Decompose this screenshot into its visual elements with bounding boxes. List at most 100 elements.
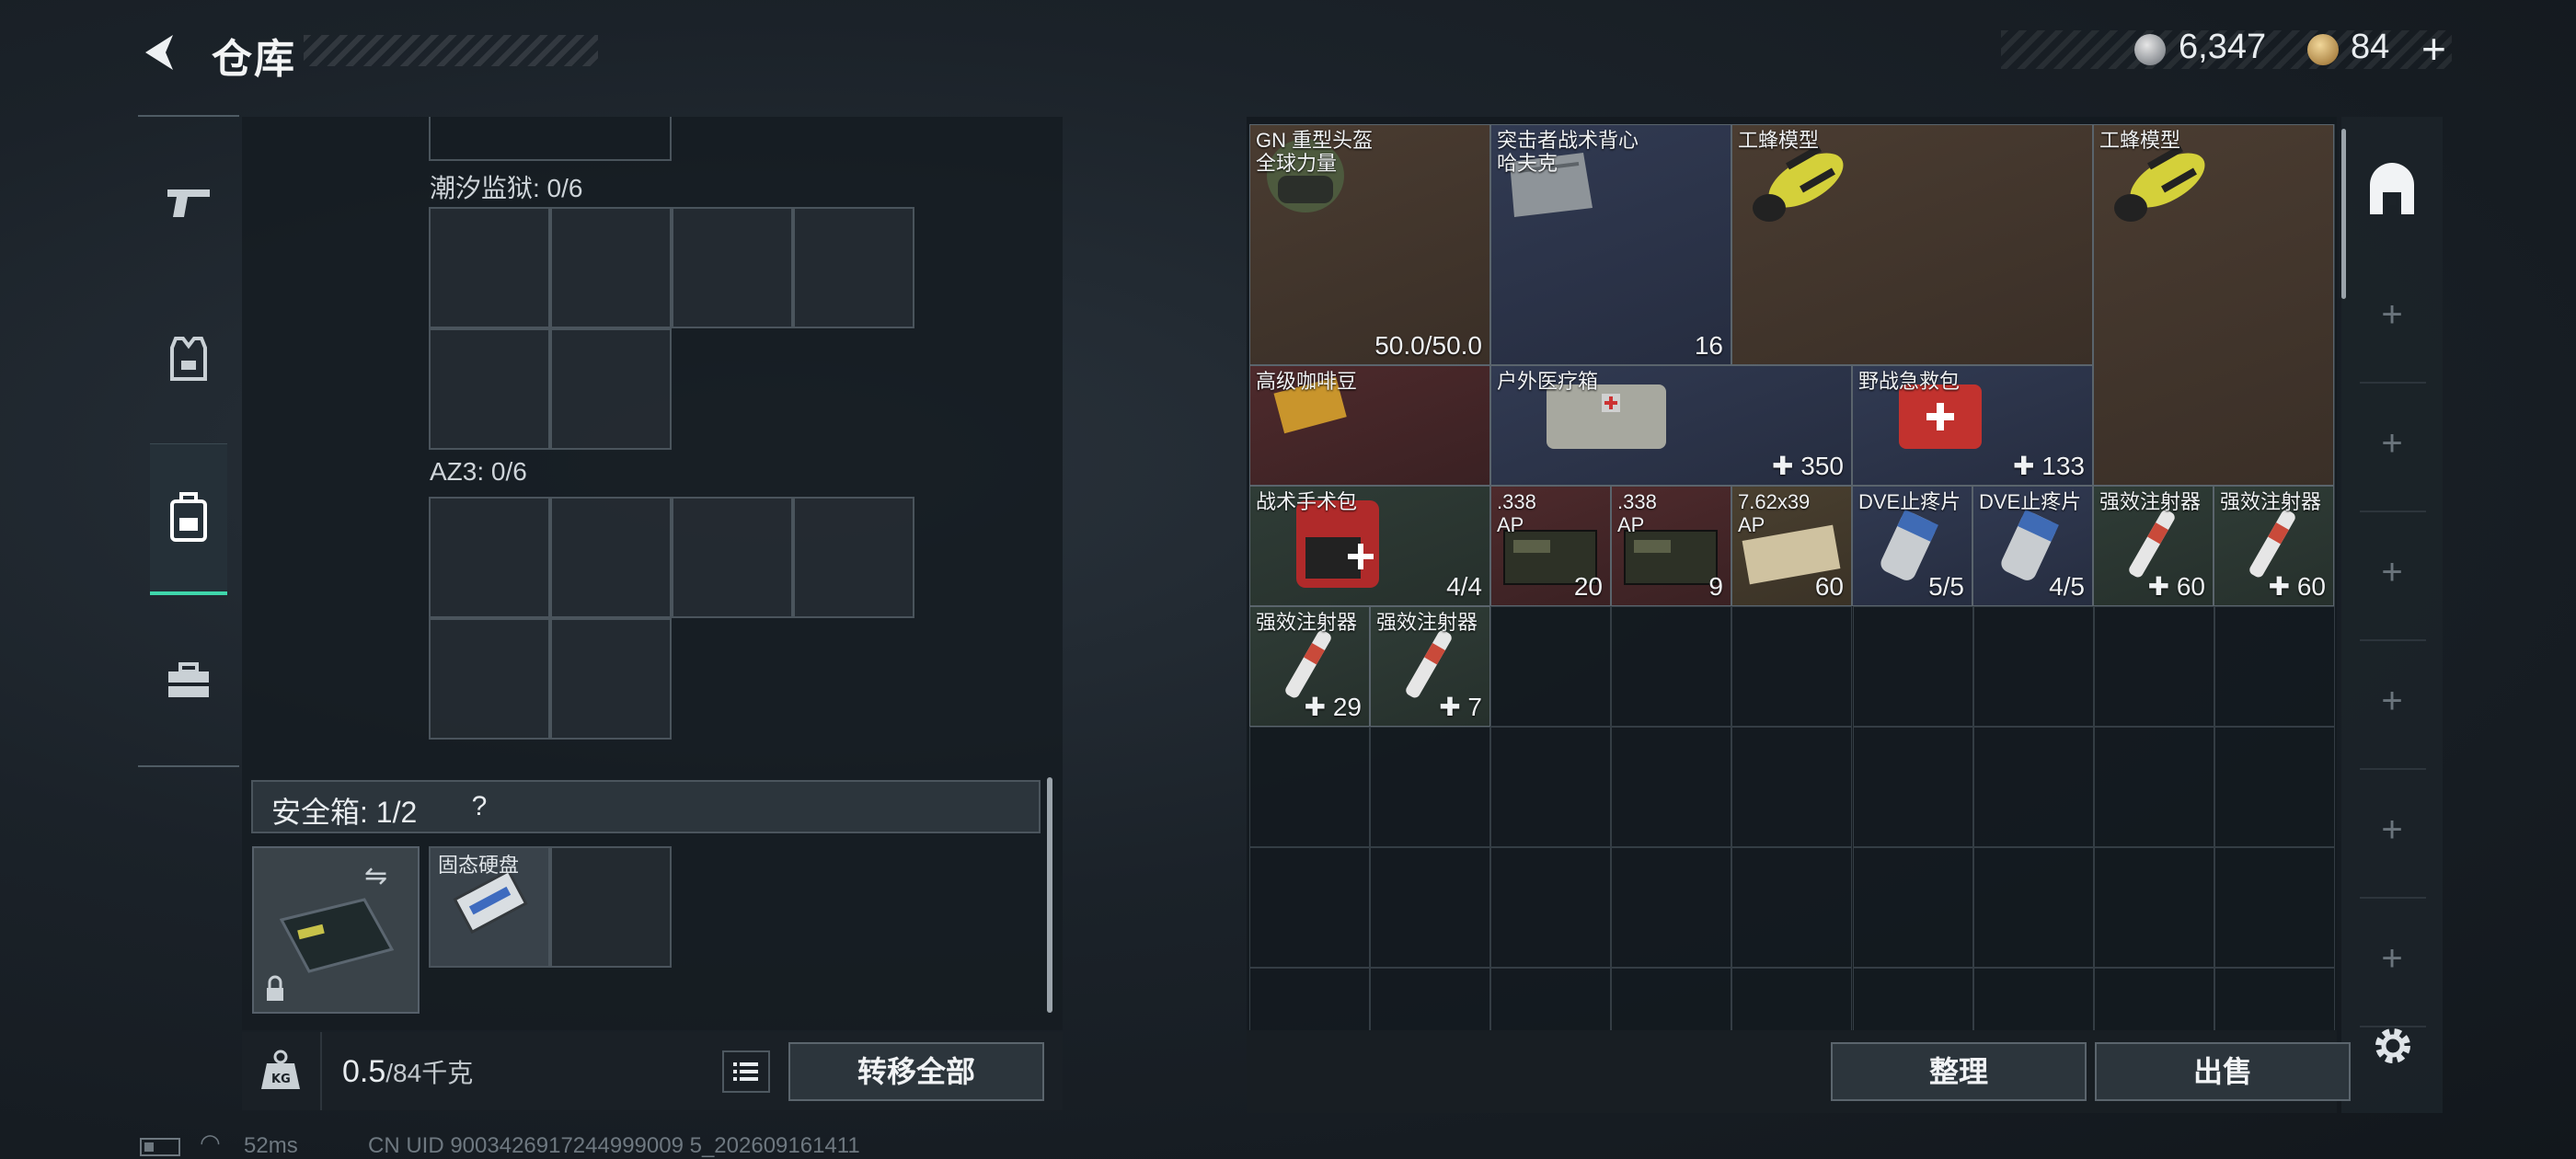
stash-cell[interactable] <box>1370 847 1491 968</box>
stash-cell[interactable] <box>1249 847 1371 968</box>
stash-item[interactable]: DVE止疼片 4/5 <box>1972 486 2093 606</box>
add-stash-page-button[interactable]: + <box>2374 423 2410 465</box>
stash-cell[interactable] <box>2214 606 2335 727</box>
stash-cell[interactable] <box>1611 847 1732 968</box>
list-view-button[interactable] <box>722 1050 770 1093</box>
weight-separator <box>320 1032 322 1110</box>
transfer-all-button[interactable]: 转移全部 <box>788 1042 1044 1101</box>
tab-armor[interactable] <box>150 313 227 405</box>
stash-item[interactable]: 强效注射器 ✚ 7 <box>1370 606 1490 727</box>
stash-item[interactable]: 工蜂模型 <box>2093 124 2334 486</box>
grid-slot[interactable] <box>672 497 793 618</box>
stash-item[interactable]: GN 重型头盔 全球力量 50.0/50.0 <box>1249 124 1490 365</box>
stash-cell[interactable] <box>1852 847 1973 968</box>
stash-cell[interactable] <box>1731 847 1853 968</box>
stash-cell[interactable] <box>1731 727 1853 847</box>
settings-gear-icon[interactable] <box>2370 1023 2416 1069</box>
grid2-label: AZ3: 0/6 <box>430 457 527 486</box>
help-button[interactable]: ? <box>460 787 499 826</box>
stash-item[interactable]: 突击者战术背心 哈夫克 16 <box>1490 124 1731 365</box>
stash-cell[interactable] <box>2093 727 2214 847</box>
tab-backpack[interactable] <box>150 443 227 595</box>
item-name: 强效注射器 <box>2099 490 2202 513</box>
add-currency-button[interactable]: + <box>2421 24 2446 74</box>
grid-slot[interactable] <box>672 207 793 328</box>
grid-slot[interactable] <box>429 618 550 740</box>
grid-slot[interactable] <box>429 328 550 450</box>
add-stash-page-button[interactable]: + <box>2374 294 2410 336</box>
grid-slot[interactable] <box>429 497 550 618</box>
stash-item[interactable]: 战术手术包 4/4 <box>1249 486 1490 606</box>
gold-coin-icon <box>2307 34 2339 65</box>
stash-item[interactable]: 工蜂模型 <box>1731 124 2093 365</box>
stash-cell[interactable] <box>1972 727 2094 847</box>
stash-cell[interactable] <box>1731 606 1853 727</box>
divider <box>2360 1026 2426 1027</box>
item-value: 4/4 <box>1446 572 1482 601</box>
item-name: .338 AP <box>1497 490 1536 536</box>
stash-cell[interactable] <box>1972 847 2094 968</box>
grid-slot[interactable] <box>550 497 672 618</box>
stash-cell[interactable] <box>1611 606 1732 727</box>
stash-item[interactable]: 强效注射器 ✚ 60 <box>2214 486 2334 606</box>
stash-scrollbar[interactable] <box>2341 129 2346 299</box>
stash-item[interactable]: 强效注射器 ✚ 60 <box>2093 486 2214 606</box>
grid-slot[interactable] <box>793 207 914 328</box>
armor-vest-icon <box>170 337 207 381</box>
stash-cell[interactable] <box>1611 727 1732 847</box>
item-value: ✚ 60 <box>2147 572 2205 601</box>
stash-item[interactable]: .338 AP 20 <box>1490 486 1611 606</box>
item-name: 强效注射器 <box>1376 611 1478 634</box>
stash-item[interactable]: .338 AP 9 <box>1611 486 1731 606</box>
currency-gold: 84 <box>2351 28 2390 66</box>
svg-text:KG: KG <box>271 1073 291 1086</box>
empty-slot[interactable] <box>550 846 672 968</box>
stash-cell[interactable] <box>1852 606 1973 727</box>
stash-item[interactable]: 高级咖啡豆 <box>1249 365 1490 486</box>
safe-box-slot[interactable]: ⇋ <box>252 846 420 1014</box>
stash-cell[interactable] <box>1249 727 1371 847</box>
divider <box>2360 382 2426 384</box>
stash-cell[interactable] <box>1852 727 1973 847</box>
sell-button[interactable]: 出售 <box>2095 1042 2351 1101</box>
stash-cell[interactable] <box>2093 847 2214 968</box>
stash-cell[interactable] <box>2093 606 2214 727</box>
page-title: 仓库 <box>212 37 296 82</box>
stash-cell[interactable] <box>2214 727 2335 847</box>
stash-cell[interactable] <box>1972 606 2094 727</box>
stash-cell[interactable] <box>1490 847 1612 968</box>
stash-cell[interactable] <box>1490 727 1612 847</box>
add-stash-page-button[interactable]: + <box>2374 938 2410 980</box>
weight-icon: KG <box>261 1050 300 1089</box>
item-value: 20 <box>1573 572 1603 601</box>
back-arrow-icon[interactable] <box>138 29 184 75</box>
stash-item[interactable]: 野战急救包 ✚ 133 <box>1852 365 2093 486</box>
item-name: 战术手术包 <box>1256 490 1358 513</box>
grid-slot[interactable] <box>550 328 672 450</box>
stash-item[interactable]: 户外医疗箱 ✚ 350 <box>1490 365 1852 486</box>
stash-cell[interactable] <box>2214 847 2335 968</box>
sort-button[interactable]: 整理 <box>1831 1042 2087 1101</box>
item-name: .338 AP <box>1617 490 1657 536</box>
stash-item[interactable]: 7.62x39 AP 60 <box>1731 486 1852 606</box>
add-stash-page-button[interactable]: + <box>2374 809 2410 851</box>
tab-tools[interactable] <box>150 635 227 727</box>
item-icon <box>1753 144 1844 222</box>
stash-cell[interactable] <box>1490 606 1612 727</box>
divider <box>2360 897 2426 899</box>
add-stash-page-button[interactable]: + <box>2374 681 2410 722</box>
grid-slot[interactable] <box>550 207 672 328</box>
stash-item[interactable]: DVE止疼片 5/5 <box>1852 486 1972 606</box>
wifi-icon: ◠ <box>200 1129 221 1156</box>
tab-weapon[interactable] <box>150 156 227 248</box>
grid-slot[interactable] <box>793 497 914 618</box>
left-scrollbar[interactable] <box>1047 777 1052 1013</box>
stash-home-icon[interactable] <box>2363 161 2421 220</box>
item-value: ✚ 60 <box>2268 572 2326 601</box>
add-stash-page-button[interactable]: + <box>2374 552 2410 593</box>
grid-slot[interactable] <box>550 618 672 740</box>
stash-cell[interactable] <box>1370 727 1491 847</box>
stash-item[interactable]: 强效注射器 ✚ 29 <box>1249 606 1370 727</box>
grid-slot[interactable] <box>429 207 550 328</box>
title-stripe <box>304 35 598 66</box>
